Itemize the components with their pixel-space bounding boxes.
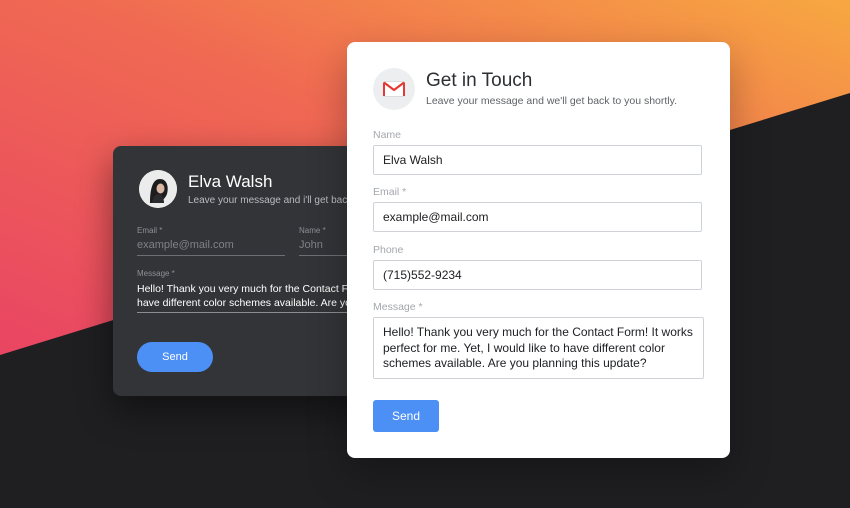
dark-card-name: Elva Walsh xyxy=(188,172,273,191)
message-textarea[interactable]: Hello! Thank you very much for the Conta… xyxy=(373,317,704,379)
person-avatar-icon xyxy=(139,170,177,208)
dark-email-input[interactable]: example@mail.com xyxy=(137,238,285,256)
dark-name-label: Name * xyxy=(299,226,326,235)
dark-send-button[interactable]: Send xyxy=(137,342,213,372)
phone-input[interactable] xyxy=(373,260,702,290)
dark-email-label: Email * xyxy=(137,226,163,235)
name-input[interactable] xyxy=(373,145,702,175)
name-label: Name xyxy=(373,129,402,141)
phone-label: Phone xyxy=(373,244,404,256)
form-subtitle: Leave your message and we'll get back to… xyxy=(426,95,678,107)
email-input[interactable] xyxy=(373,202,702,232)
message-label: Message * xyxy=(373,301,423,313)
dark-message-label: Message * xyxy=(137,269,175,278)
contact-form-card: Get in Touch Leave your message and we'l… xyxy=(347,42,730,458)
email-label: Email * xyxy=(373,186,407,198)
send-button[interactable]: Send xyxy=(373,400,439,432)
mail-icon xyxy=(383,81,405,97)
mail-icon-badge xyxy=(373,68,415,110)
form-title: Get in Touch xyxy=(426,70,533,91)
